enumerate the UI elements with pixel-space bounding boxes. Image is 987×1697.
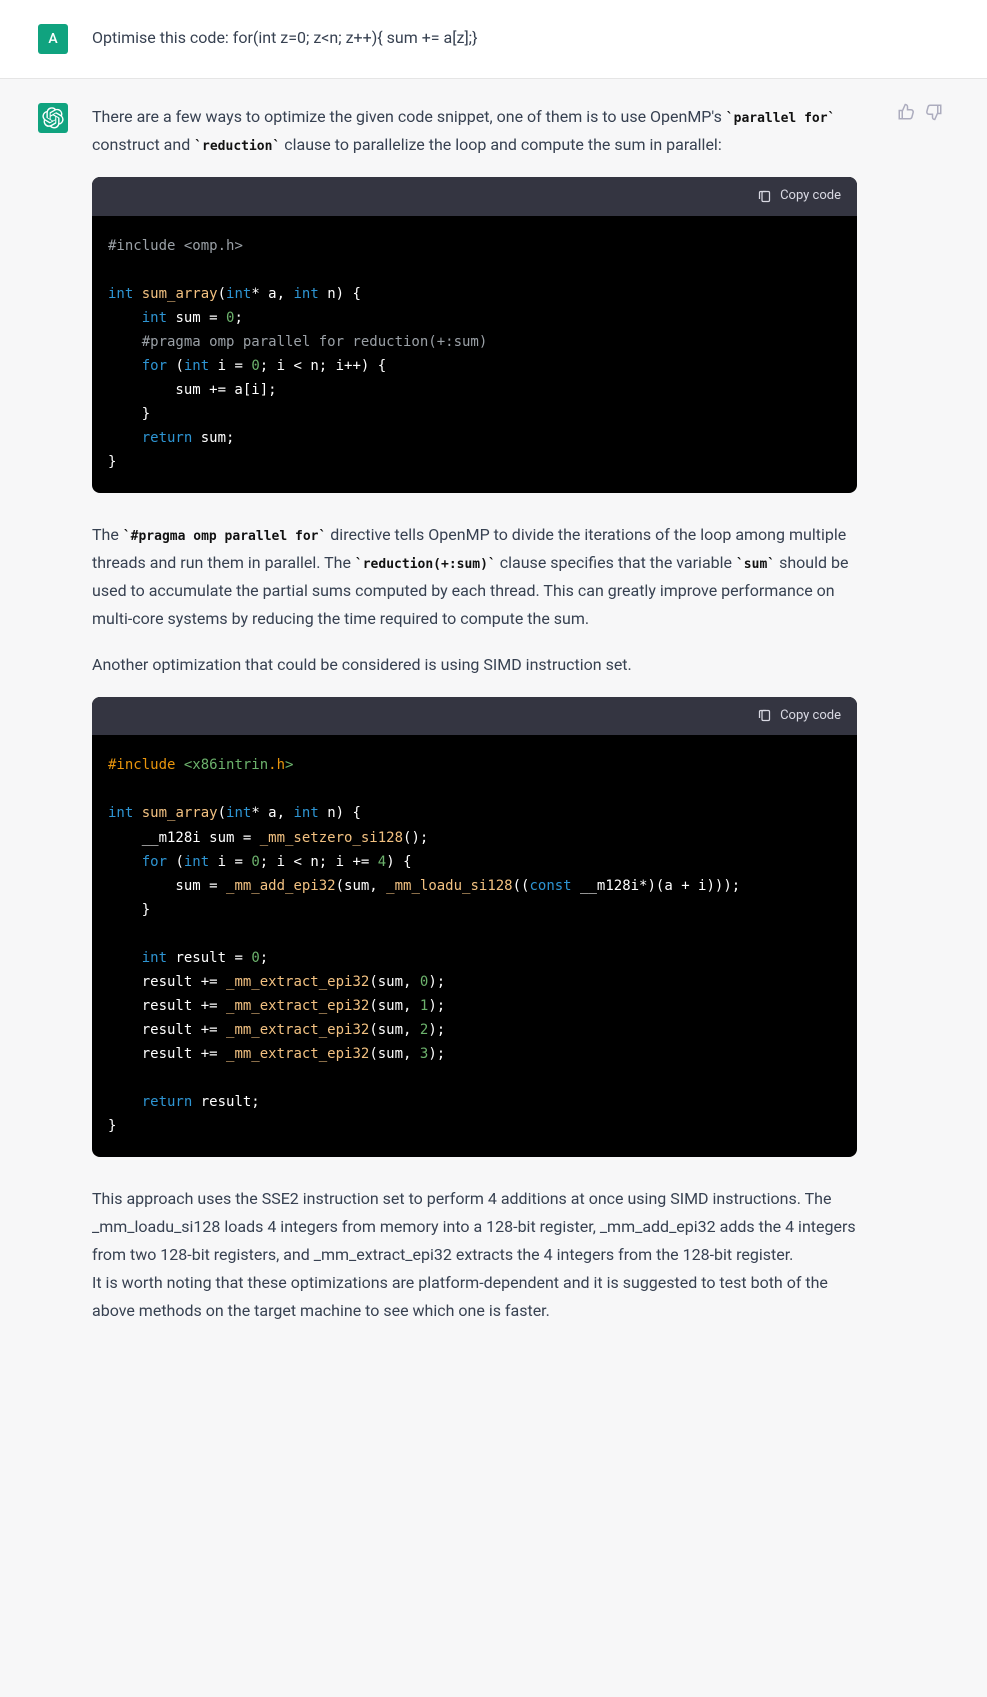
assistant-avatar — [38, 103, 68, 133]
assistant-paragraph-5: It is worth noting that these optimizati… — [92, 1269, 857, 1325]
thumbs-down-icon[interactable] — [925, 103, 943, 121]
copy-code-label: Copy code — [780, 705, 841, 728]
assistant-message-body: There are a few ways to optimize the giv… — [92, 103, 857, 1325]
code-block-2: Copy code #include <x86intrin.h> int sum… — [92, 697, 857, 1157]
clipboard-icon — [757, 189, 772, 204]
inline-code: `reduction` — [194, 139, 280, 154]
inline-code: `sum` — [736, 557, 775, 572]
assistant-paragraph-3: Another optimization that could be consi… — [92, 651, 857, 679]
inline-code: `parallel for` — [726, 111, 836, 126]
user-avatar: A — [38, 24, 68, 54]
assistant-message-row: There are a few ways to optimize the giv… — [0, 79, 987, 1349]
thumbs-up-icon[interactable] — [897, 103, 915, 121]
feedback-buttons — [897, 103, 943, 121]
assistant-paragraph-4: This approach uses the SSE2 instruction … — [92, 1185, 857, 1269]
code-block-1-content: #include <omp.h> int sum_array(int* a, i… — [92, 216, 857, 493]
copy-code-button[interactable]: Copy code — [92, 697, 857, 736]
assistant-paragraph-1: There are a few ways to optimize the giv… — [92, 103, 857, 159]
code-block-2-content: #include <x86intrin.h> int sum_array(int… — [92, 735, 857, 1156]
copy-code-label: Copy code — [780, 185, 841, 208]
copy-code-button[interactable]: Copy code — [92, 177, 857, 216]
clipboard-icon — [757, 708, 772, 723]
inline-code: `reduction(+:sum)` — [355, 557, 496, 572]
user-avatar-letter: A — [48, 31, 57, 47]
assistant-paragraph-2: The `#pragma omp parallel for` directive… — [92, 521, 857, 633]
openai-logo-icon — [42, 107, 64, 129]
user-message-text: Optimise this code: for(int z=0; z<n; z+… — [92, 24, 857, 54]
user-message-row: A Optimise this code: for(int z=0; z<n; … — [0, 0, 987, 79]
inline-code: `#pragma omp parallel for` — [123, 529, 327, 544]
code-block-1: Copy code #include <omp.h> int sum_array… — [92, 177, 857, 493]
